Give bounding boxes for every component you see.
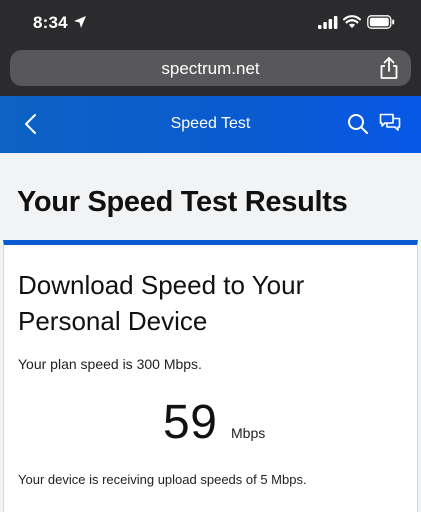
status-time: 8:34 bbox=[33, 13, 68, 32]
search-icon[interactable] bbox=[347, 113, 369, 135]
card-title: Download Speed to Your Personal Device bbox=[18, 270, 305, 336]
speed-result-card: Download Speed to Your Personal Device Y… bbox=[3, 240, 418, 512]
signal-icon bbox=[318, 16, 338, 29]
status-bar: 8:34 bbox=[0, 0, 421, 44]
plan-speed-text: Your plan speed is 300 Mbps. bbox=[18, 356, 202, 372]
download-speed-value: 59 bbox=[163, 396, 218, 449]
chat-icon[interactable] bbox=[379, 113, 401, 133]
app-header: Speed Test bbox=[0, 96, 421, 153]
download-speed-unit: Mbps bbox=[231, 425, 266, 441]
wifi-icon bbox=[343, 15, 361, 28]
url-text[interactable]: spectrum.net bbox=[10, 59, 411, 79]
address-bar[interactable]: spectrum.net bbox=[10, 50, 411, 86]
browser-toolbar: spectrum.net bbox=[0, 44, 421, 96]
share-icon[interactable] bbox=[378, 56, 400, 80]
upload-speed-text: Your device is receiving upload speeds o… bbox=[18, 472, 307, 487]
page-title: Your Speed Test Results bbox=[17, 186, 348, 218]
battery-icon bbox=[367, 15, 395, 29]
location-arrow-icon bbox=[74, 16, 86, 28]
